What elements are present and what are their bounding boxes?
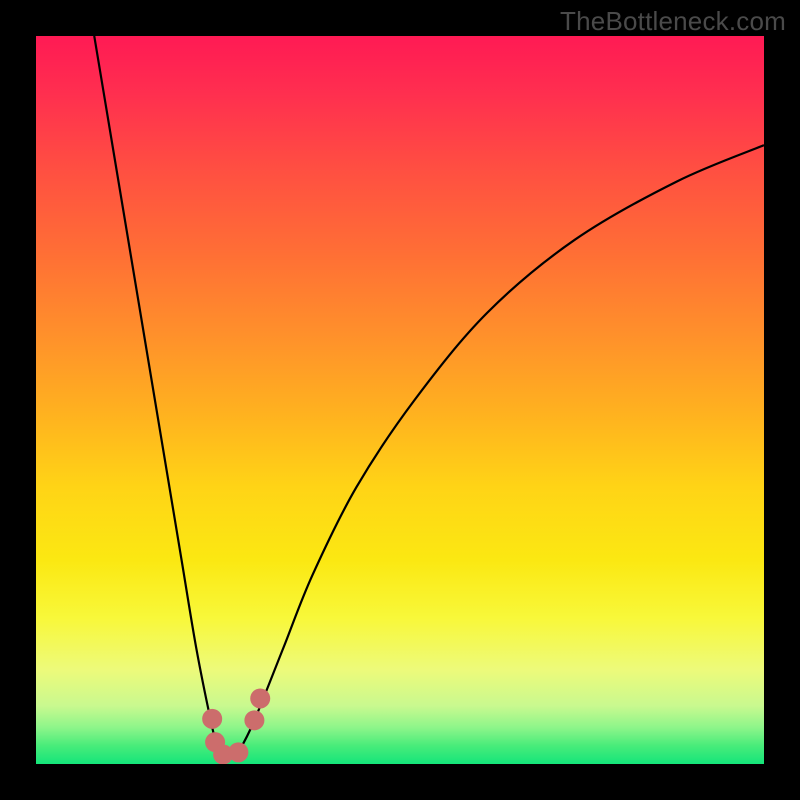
bottleneck-curve <box>94 36 764 758</box>
curve-marker <box>202 709 222 729</box>
curve-markers <box>202 688 270 764</box>
curve-marker <box>228 742 248 762</box>
curve-marker <box>244 710 264 730</box>
curve-marker <box>250 688 270 708</box>
watermark-text: TheBottleneck.com <box>560 6 786 37</box>
chart-plot-area <box>36 36 764 764</box>
chart-svg <box>36 36 764 764</box>
